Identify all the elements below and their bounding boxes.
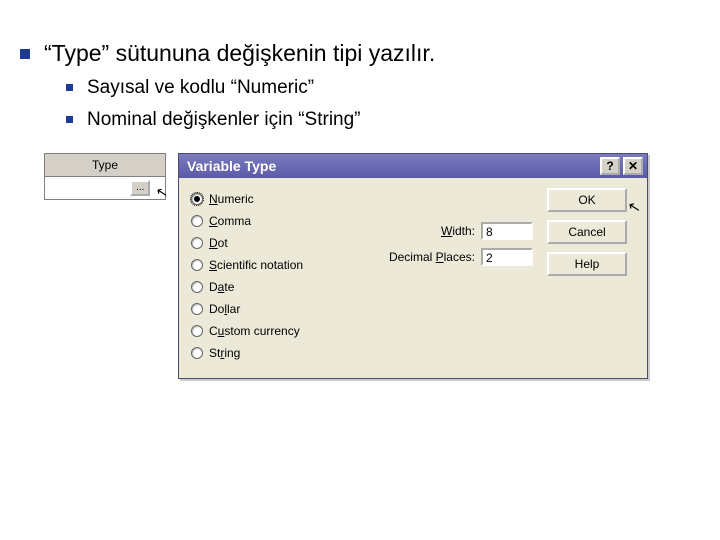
- radio-label: Scientific notation: [209, 258, 303, 272]
- radio-dot[interactable]: Dot: [191, 232, 361, 254]
- radio-label: Numeric: [209, 192, 254, 206]
- sub-bullet-text: Sayısal ve kodlu “Numeric”: [87, 77, 314, 99]
- radio-icon: [191, 281, 203, 293]
- radio-date[interactable]: Date: [191, 276, 361, 298]
- radio-icon: [191, 237, 203, 249]
- radio-icon: [191, 347, 203, 359]
- radio-comma[interactable]: Comma: [191, 210, 361, 232]
- radio-icon: [191, 193, 203, 205]
- radio-numeric[interactable]: Numeric: [191, 188, 361, 210]
- radio-label: Custom currency: [209, 324, 300, 338]
- type-column-header: Type: [45, 154, 165, 177]
- radio-icon: [191, 325, 203, 337]
- radio-string[interactable]: String: [191, 342, 361, 364]
- radio-icon: [191, 215, 203, 227]
- radio-label: Comma: [209, 214, 251, 228]
- decimal-places-input[interactable]: 2: [481, 248, 533, 266]
- cursor-icon: ↖: [627, 197, 643, 217]
- bullet-icon: [20, 49, 30, 59]
- radio-label: Date: [209, 280, 234, 294]
- radio-icon: [191, 259, 203, 271]
- radio-custom-currency[interactable]: Custom currency: [191, 320, 361, 342]
- radio-label: String: [209, 346, 240, 360]
- radio-label: Dot: [209, 236, 228, 250]
- type-column-snippet: Type ... ↖: [44, 153, 166, 200]
- main-bullet-text: “Type” sütununa değişkenin tipi yazılır.: [44, 40, 435, 67]
- dialog-close-button[interactable]: ✕: [623, 157, 643, 175]
- dialog-help-button[interactable]: ?: [600, 157, 620, 175]
- width-label: Width:: [441, 224, 475, 238]
- help-button[interactable]: Help: [547, 252, 627, 276]
- radio-dollar[interactable]: Dollar: [191, 298, 361, 320]
- decimal-places-label: Decimal Places:: [389, 250, 475, 264]
- ok-button[interactable]: OK: [547, 188, 627, 212]
- sub-bullet-text: Nominal değişkenler için “String”: [87, 109, 361, 131]
- width-input[interactable]: 8: [481, 222, 533, 240]
- bullet-icon: [66, 116, 73, 123]
- variable-type-dialog: Variable Type ? ✕ Numeric Comma: [178, 153, 648, 379]
- radio-label: Dollar: [209, 302, 240, 316]
- cancel-button[interactable]: Cancel: [547, 220, 627, 244]
- type-cell-ellipsis-button[interactable]: ...: [130, 180, 150, 196]
- dialog-title: Variable Type: [187, 158, 276, 174]
- radio-icon: [191, 303, 203, 315]
- dialog-titlebar: Variable Type ? ✕: [179, 154, 647, 178]
- bullet-icon: [66, 84, 73, 91]
- radio-scientific[interactable]: Scientific notation: [191, 254, 361, 276]
- cursor-icon: ↖: [155, 182, 170, 201]
- type-radio-group: Numeric Comma Dot Scientific notation: [191, 188, 361, 364]
